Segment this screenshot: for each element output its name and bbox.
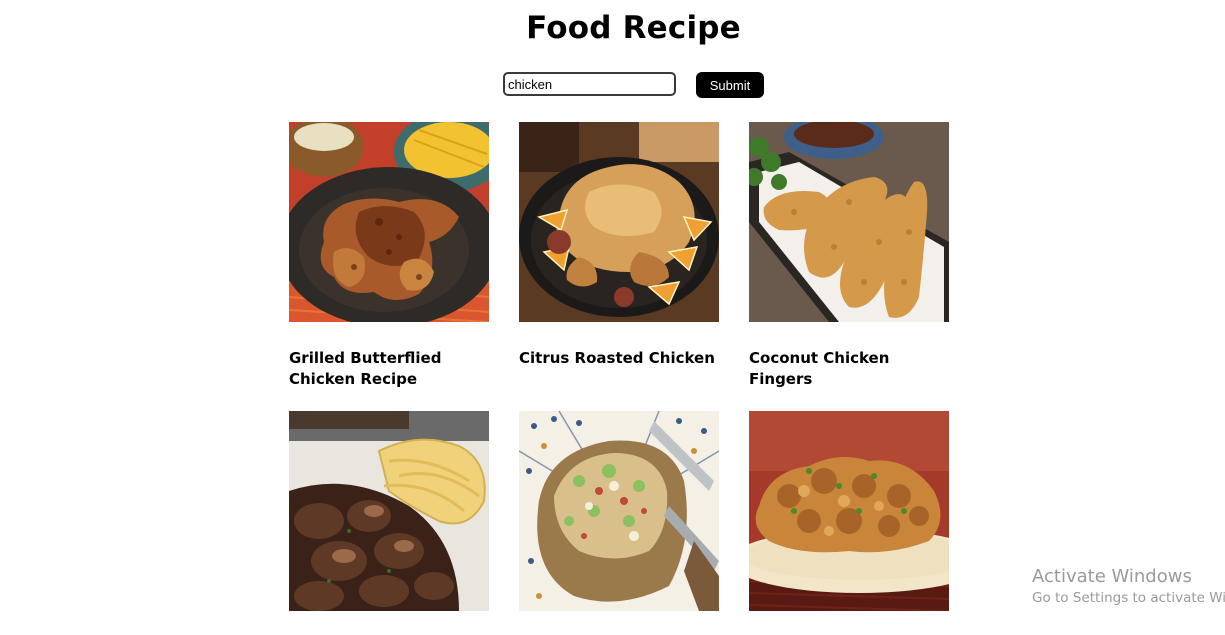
chicken-mushroom-pasta-photo[interactable] bbox=[289, 411, 489, 611]
activation-watermark: Activate Windows Go to Settings to activ… bbox=[1032, 566, 1225, 608]
watermark-subtitle: Go to Settings to activate Windows. bbox=[1032, 590, 1225, 606]
roasted-chicken-photo[interactable] bbox=[519, 122, 719, 322]
recipe-card[interactable] bbox=[289, 411, 489, 611]
recipe-title[interactable]: Grilled Butterflied Chicken Recipe bbox=[289, 348, 494, 390]
recipe-card[interactable] bbox=[519, 411, 719, 611]
chicken-fritters-photo[interactable] bbox=[749, 411, 949, 611]
recipe-card[interactable] bbox=[749, 411, 949, 611]
submit-button[interactable]: Submit bbox=[696, 72, 764, 98]
page-title: Food Recipe bbox=[526, 10, 741, 46]
stuffed-baked-potato-photo[interactable] bbox=[519, 411, 719, 611]
grilled-chicken-photo[interactable] bbox=[289, 122, 489, 322]
search-input[interactable] bbox=[503, 72, 676, 96]
recipe-title[interactable]: Citrus Roasted Chicken bbox=[519, 348, 724, 369]
recipe-card[interactable]: Grilled Butterflied Chicken Recipe bbox=[289, 122, 489, 388]
watermark-title: Activate Windows bbox=[1032, 566, 1192, 587]
page: Food Recipe Submit bbox=[0, 0, 1225, 635]
recipe-card[interactable]: Coconut Chicken Fingers bbox=[749, 122, 949, 388]
recipe-title[interactable]: Coconut Chicken Fingers bbox=[749, 348, 954, 390]
recipe-card[interactable]: Citrus Roasted Chicken bbox=[519, 122, 719, 367]
chicken-fingers-photo[interactable] bbox=[749, 122, 949, 322]
